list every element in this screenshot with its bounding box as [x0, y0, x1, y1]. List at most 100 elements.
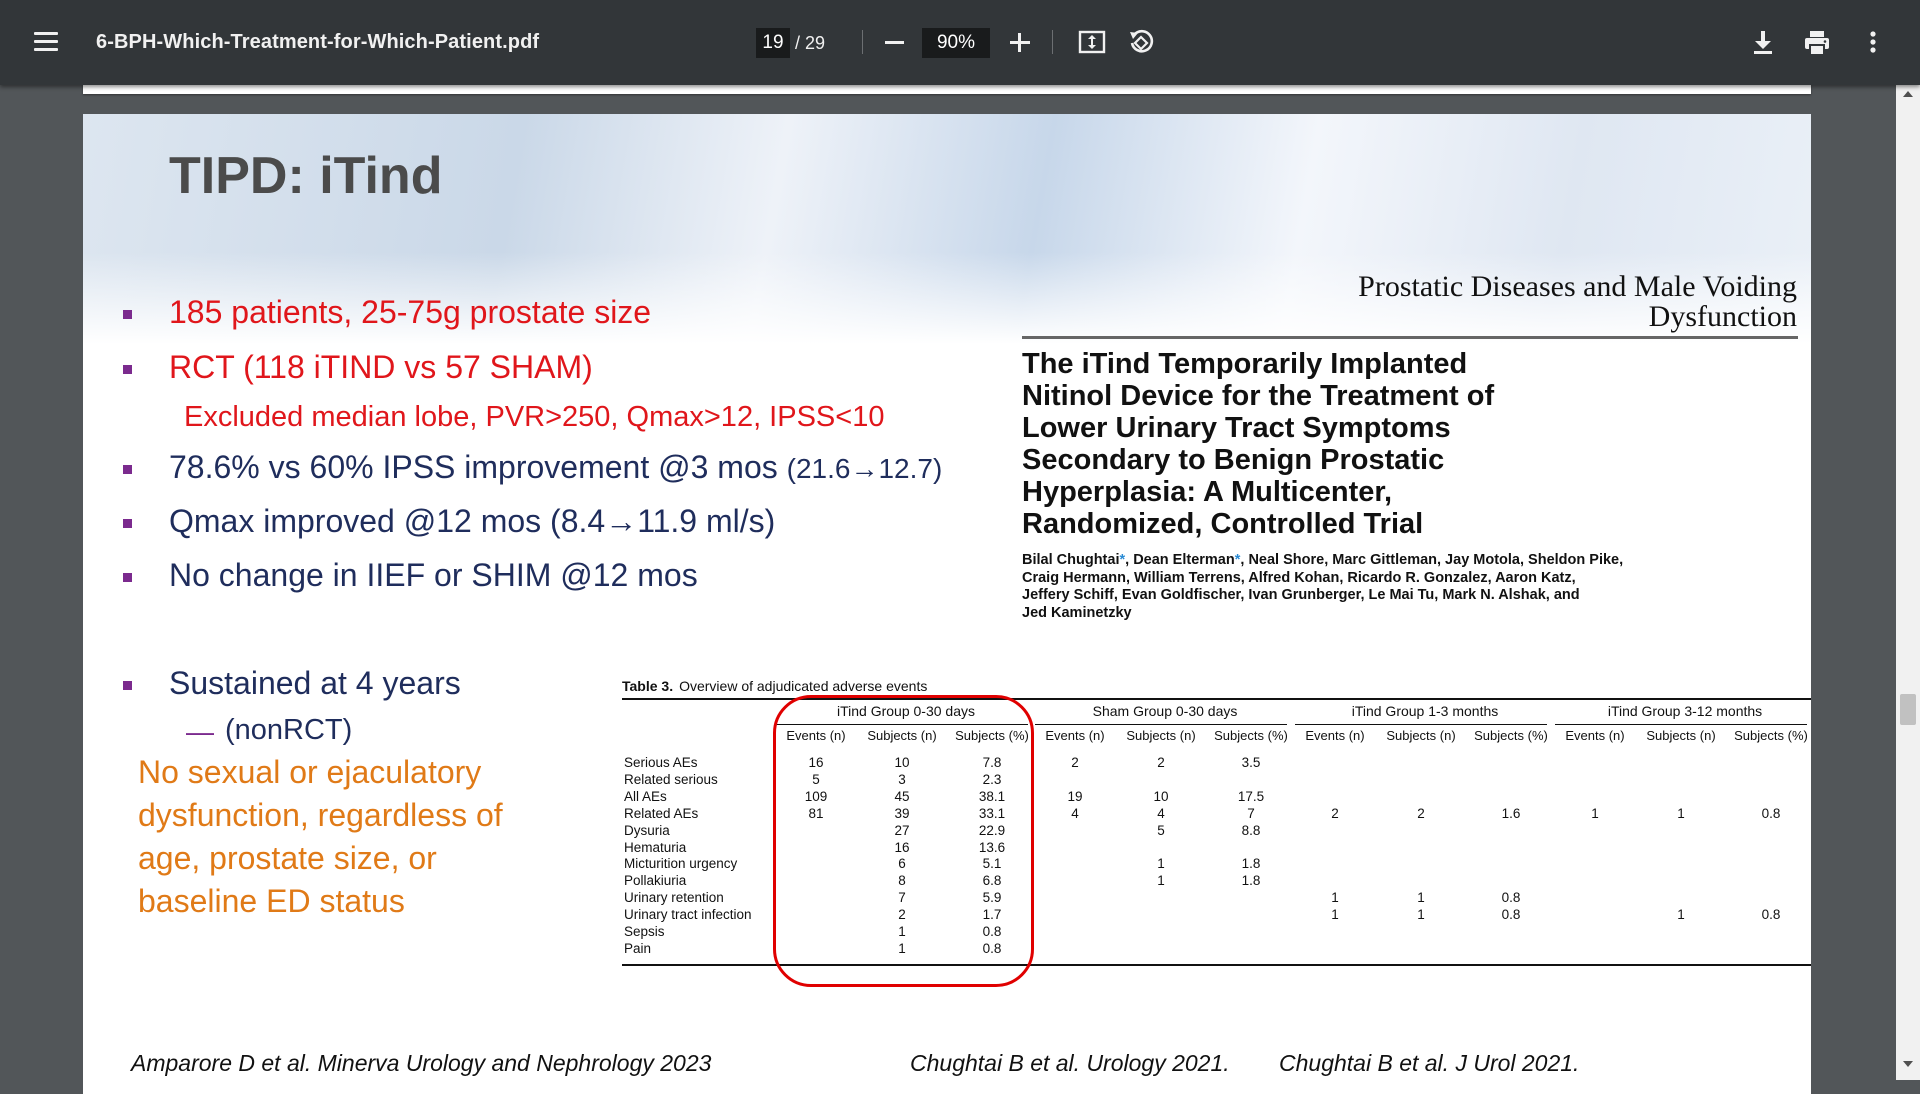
table-caption-text: Overview of adjudicated adverse events	[679, 678, 928, 694]
journal-line: Dysfunction	[1648, 300, 1797, 333]
table-cell: 1	[1591, 805, 1599, 821]
vertical-scrollbar[interactable]	[1896, 85, 1920, 1080]
title-line: The iTind Temporarily Implanted	[1022, 348, 1468, 380]
author-line: Jed Kaminetzky	[1022, 604, 1132, 621]
previous-page-edge	[83, 84, 1811, 94]
table-cell: 4	[1071, 805, 1079, 821]
pdf-toolbar: 6-BPH-Which-Treatment-for-Which-Patient.…	[0, 0, 1920, 85]
journal-divider	[1022, 336, 1798, 339]
table-cell: 2	[1157, 755, 1165, 770]
menu-icon[interactable]	[30, 26, 62, 58]
row-label: Dysuria	[624, 822, 670, 838]
zoom-level-input[interactable]: 90%	[922, 28, 990, 58]
row-label: Related serious	[624, 771, 718, 787]
title-line: Hyperplasia: A Multicenter,	[1022, 476, 1393, 508]
citation: Chughtai B et al. J Urol 2021.	[1279, 1050, 1580, 1076]
table-cell: 1	[1331, 890, 1339, 906]
table-label: Table 3.	[622, 678, 674, 694]
download-icon[interactable]	[1748, 27, 1778, 57]
table-column-header: Subjects (%)	[1734, 728, 1808, 743]
bullet-marker	[123, 465, 132, 474]
table-column-header: Events (n)	[1045, 728, 1105, 743]
table-column-header: Subjects (%)	[1474, 728, 1548, 743]
table-cell: 1	[1331, 907, 1339, 923]
rotate-icon[interactable]	[1126, 27, 1156, 57]
citation: Amparore D et al. Minerva Urology and Ne…	[131, 1050, 712, 1076]
table-cell: 8.8	[1241, 822, 1261, 838]
title-line: Lower Urinary Tract Symptoms	[1022, 412, 1451, 444]
bullet-marker	[123, 365, 132, 374]
bullet-sustained: Sustained at 4 years	[169, 665, 461, 701]
table-caption: Table 3. Overview of adjudicated adverse …	[622, 678, 927, 694]
toolbar-divider	[862, 30, 863, 54]
bullet-marker	[123, 310, 132, 319]
table-cell: 7	[1247, 805, 1255, 821]
table-group-header: iTind Group 3-12 months	[1607, 703, 1763, 719]
slide-title: TIPD: iTind	[169, 147, 443, 205]
table-group-rule	[1295, 724, 1547, 725]
excluded-criteria: Excluded median lobe, PVR>250, Qmax>12, …	[184, 401, 885, 433]
table-cell: 1.6	[1501, 805, 1521, 821]
zoom-out-icon[interactable]	[880, 25, 910, 59]
row-label: Hematuria	[624, 839, 687, 855]
table-column-header: Subjects (n)	[1386, 728, 1456, 743]
author-list: Bilal Chughtai*, Dean Elterman*, Neal Sh…	[1022, 552, 1782, 622]
fit-page-icon[interactable]	[1078, 28, 1106, 56]
row-label: Urinary retention	[624, 890, 724, 906]
table-cell: 0.8	[1761, 907, 1781, 923]
table-cell: 2	[1331, 805, 1339, 821]
author: , Dean Elterman	[1125, 552, 1235, 568]
document-title: 6-BPH-Which-Treatment-for-Which-Patient.…	[96, 31, 540, 53]
table-cell: 1	[1677, 805, 1685, 821]
bullet-ipss: 78.6% vs 60% IPSS improvement @3 mos (21…	[169, 449, 942, 486]
table-column-header: Subjects (n)	[1646, 728, 1716, 743]
journal-line: Prostatic Diseases and Male Voiding	[1358, 270, 1797, 303]
table-column-header: Subjects (%)	[1214, 728, 1288, 743]
zoom-in-icon[interactable]	[1005, 25, 1035, 59]
bullet-marker	[123, 519, 132, 528]
row-label: Pollakiuria	[624, 873, 687, 889]
table-cell: 17.5	[1237, 788, 1265, 804]
table-cell: 1.8	[1241, 856, 1261, 872]
table-cell: 2	[1071, 755, 1079, 770]
title-line: Nitinol Device for the Treatment of	[1022, 380, 1495, 412]
title-line: Randomized, Controlled Trial	[1022, 508, 1424, 540]
ipss-detail: (21.6→12.7)	[786, 453, 943, 484]
table-cell: 4	[1157, 805, 1165, 821]
table-group-rule	[1035, 724, 1287, 725]
page-number-input[interactable]: 19	[756, 28, 790, 58]
author-line: Bilal Chughtai*, Dean Elterman*, Neal Sh…	[1022, 552, 1782, 570]
table-cell: 0.8	[1501, 890, 1521, 906]
citation: Chughtai B et al. Urology 2021.	[910, 1050, 1230, 1076]
nonrct-label: (nonRCT)	[225, 714, 353, 746]
scroll-up-arrow-icon[interactable]	[1903, 91, 1913, 97]
row-label: Related AEs	[624, 805, 699, 821]
table-group-header: Sham Group 0-30 days	[1092, 703, 1238, 719]
highlight-circle	[773, 695, 1034, 987]
pdf-page: TIPD: iTind 185 patients, 25-75g prostat…	[83, 114, 1811, 1094]
more-vertical-icon[interactable]	[1858, 28, 1888, 58]
scroll-down-arrow-icon[interactable]	[1903, 1061, 1913, 1067]
article-title: The iTind Temporarily Implanted Nitinol …	[1022, 348, 1782, 540]
table-column-header: Subjects (n)	[1126, 728, 1196, 743]
toolbar-divider	[1052, 30, 1053, 54]
table-cell: 1	[1677, 907, 1685, 923]
table-cell: 2	[1417, 805, 1425, 821]
author-line: Craig Hermann, William Terrens, Alfred K…	[1022, 569, 1576, 586]
scrollbar-thumb[interactable]	[1900, 694, 1916, 725]
table-cell: 1	[1417, 890, 1425, 906]
bullet-rct: RCT (118 iTIND vs 57 SHAM)	[169, 349, 593, 385]
table-cell: 1	[1157, 873, 1165, 889]
author: Bilal Chughtai	[1022, 552, 1120, 568]
bullet-iief: No change in IIEF or SHIM @12 mos	[169, 557, 698, 593]
bullet-qmax: Qmax improved @12 mos (8.4→11.9 ml/s)	[169, 503, 776, 539]
row-label: Sepsis	[624, 924, 665, 939]
table-cell: 1	[1417, 907, 1425, 923]
table-group-rule	[1555, 724, 1807, 725]
print-icon[interactable]	[1802, 28, 1832, 58]
ipss-text: 78.6% vs 60% IPSS improvement @3 mos	[169, 449, 778, 485]
table-cell: 19	[1067, 788, 1083, 804]
author: , Neal Shore, Marc Gittleman, Jay Motola…	[1240, 552, 1624, 568]
row-label: Serious AEs	[624, 755, 698, 770]
row-label: All AEs	[624, 788, 667, 804]
